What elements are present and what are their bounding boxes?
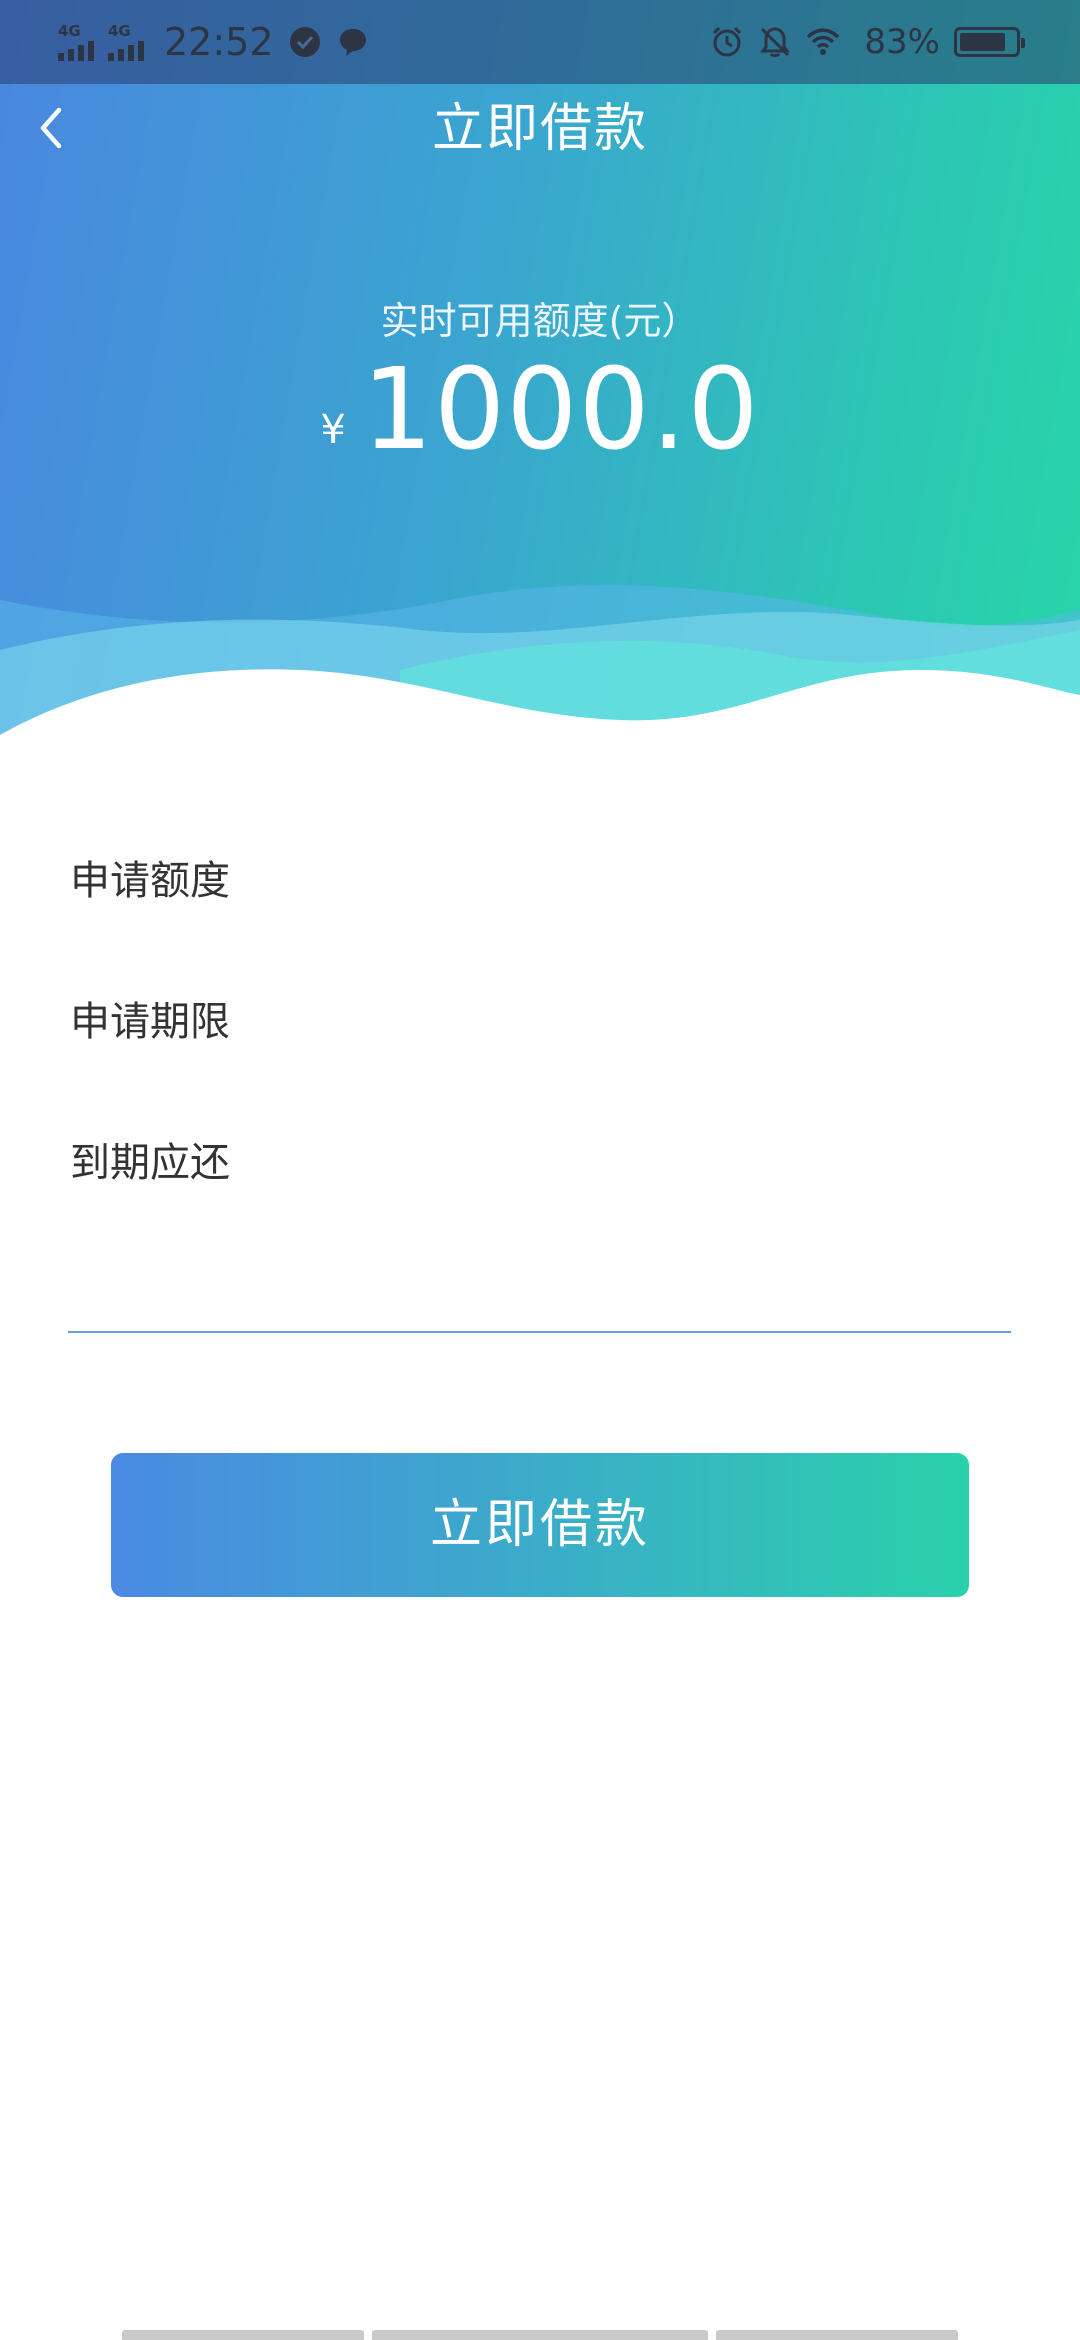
battery-icon bbox=[954, 27, 1025, 57]
apply-amount-label: 申请额度 bbox=[70, 858, 230, 904]
check-circle-icon bbox=[289, 27, 320, 57]
credit-amount-row: ¥ 1000.0 bbox=[0, 345, 1080, 475]
status-right: 83% bbox=[710, 0, 1025, 84]
network-type-2: 4G bbox=[108, 21, 131, 40]
bottom-bar-segment bbox=[372, 2330, 708, 2340]
signal-1-icon: 4G bbox=[58, 21, 94, 61]
page-title: 立即借款 bbox=[431, 99, 648, 159]
alarm-icon bbox=[713, 26, 742, 57]
currency-symbol: ¥ bbox=[320, 407, 346, 453]
wifi-icon bbox=[807, 28, 840, 55]
borrow-now-button[interactable]: 立即借款 bbox=[111, 1453, 969, 1597]
apply-amount-row[interactable]: 申请额度 bbox=[70, 846, 1010, 916]
message-bubble-icon bbox=[339, 29, 366, 56]
apply-term-label: 申请期限 bbox=[70, 999, 230, 1045]
bottom-indicator bbox=[0, 2330, 1080, 2340]
bottom-bar-segment bbox=[122, 2330, 364, 2340]
credit-amount: 1000.0 bbox=[361, 345, 760, 475]
bell-muted-icon bbox=[760, 27, 791, 57]
apply-term-row[interactable]: 申请期限 bbox=[70, 987, 1010, 1057]
signal-2-icon: 4G bbox=[108, 21, 144, 61]
due-repayment-label: 到期应还 bbox=[70, 1140, 230, 1186]
bottom-bar-segment bbox=[716, 2330, 958, 2340]
due-repayment-row: 到期应还 bbox=[70, 1128, 1010, 1198]
form-divider bbox=[68, 1331, 1011, 1333]
loan-screen: 4G 4G 22:52 83% 立即借款 实时可用额度(元） ¥ 1000.0 … bbox=[0, 0, 1080, 2340]
status-bar: 4G 4G 22:52 83% bbox=[0, 0, 1080, 84]
credit-label: 实时可用额度(元） bbox=[380, 299, 700, 343]
status-time: 22:52 bbox=[164, 20, 274, 64]
nav-bar: 立即借款 bbox=[0, 84, 1080, 174]
battery-level bbox=[960, 33, 1005, 51]
wave-decoration bbox=[0, 585, 1080, 760]
status-left: 4G 4G 22:52 bbox=[58, 0, 384, 84]
battery-percent: 83% bbox=[864, 22, 940, 62]
network-type-1: 4G bbox=[58, 21, 81, 40]
